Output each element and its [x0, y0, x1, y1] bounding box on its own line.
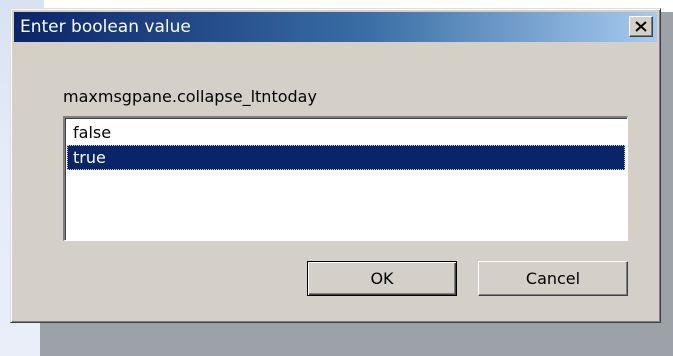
dialog-title: Enter boolean value [20, 17, 191, 37]
list-item-true[interactable]: true [67, 145, 625, 170]
ok-button[interactable]: OK [307, 261, 457, 296]
boolean-input-dialog: Enter boolean value maxmsgpane.collapse_… [10, 8, 661, 323]
close-icon [635, 21, 647, 32]
close-button[interactable] [629, 16, 653, 37]
boolean-value-listbox[interactable]: false true [63, 116, 628, 241]
title-bar[interactable]: Enter boolean value [14, 12, 657, 42]
setting-name-label: maxmsgpane.collapse_ltntoday [63, 87, 317, 106]
list-item-false[interactable]: false [67, 120, 625, 145]
cancel-button[interactable]: Cancel [478, 261, 628, 296]
